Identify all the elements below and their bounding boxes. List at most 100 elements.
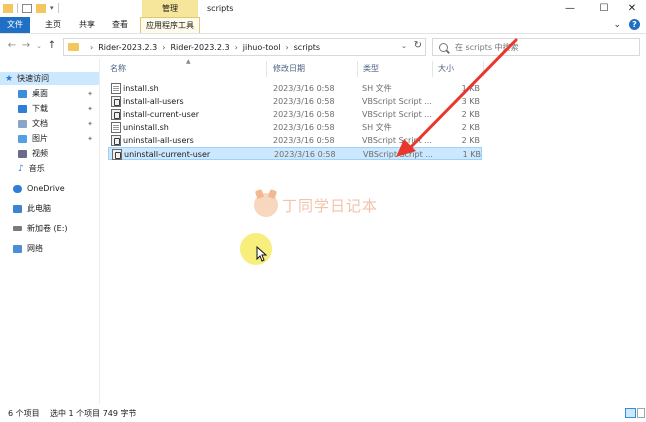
vbs-file-icon — [111, 135, 121, 146]
file-row[interactable]: uninstall-all-users 2023/3/16 0:58 VBScr… — [108, 134, 482, 147]
properties-icon[interactable] — [22, 3, 32, 13]
file-date: 2023/3/16 0:58 — [273, 84, 335, 93]
nav-item-videos[interactable]: 视频 — [0, 147, 99, 160]
ribbon-controls: ⌄ ? — [613, 19, 640, 30]
file-row[interactable]: uninstall.sh 2023/3/16 0:58 SH 文件 2 KB — [108, 121, 482, 134]
details-view-icon[interactable] — [625, 408, 636, 418]
title-bar: ▾ 管理 scripts — ☐ ✕ — [0, 0, 646, 17]
nav-item-this-pc[interactable]: 此电脑 — [0, 202, 99, 215]
column-header-size[interactable]: 大小 — [438, 63, 454, 77]
maximize-button[interactable]: ☐ — [590, 0, 618, 17]
vbs-file-icon — [111, 96, 121, 107]
address-dropdown-icon[interactable]: ⌄ — [401, 42, 407, 50]
search-icon — [439, 42, 448, 52]
nav-item-documents[interactable]: 文档 ✦ — [0, 117, 99, 130]
back-button[interactable]: ← — [6, 40, 18, 51]
tab-file[interactable]: 文件 — [0, 17, 30, 33]
chevron-right-icon[interactable]: › — [90, 43, 93, 52]
dog-logo-icon — [254, 193, 278, 217]
new-folder-icon[interactable] — [36, 3, 46, 13]
file-row[interactable]: install-current-user 2023/3/16 0:58 VBSc… — [108, 108, 482, 121]
close-button[interactable]: ✕ — [618, 0, 646, 17]
file-row[interactable]: install-all-users 2023/3/16 0:58 VBScrip… — [108, 95, 482, 108]
nav-item-label: 下载 — [32, 104, 48, 113]
music-icon: ♪ — [18, 163, 24, 174]
search-box[interactable]: 在 scripts 中搜索 — [432, 38, 640, 56]
navigation-pane: ★ 快速访问 桌面 ✦ 下载 ✦ 文档 ✦ 图片 ✦ 视频 ♪ 音乐 OneDr… — [0, 59, 100, 404]
watermark-text: 丁同学日记本 — [282, 196, 379, 215]
recent-locations-button[interactable]: ⌄ — [33, 42, 45, 50]
breadcrumb-item[interactable]: Rider-2023.2.3 — [98, 43, 157, 52]
folder-icon — [3, 3, 13, 13]
file-size: 1 KB — [462, 150, 481, 159]
folder-icon — [68, 43, 79, 51]
chevron-right-icon[interactable]: › — [235, 43, 238, 52]
chevron-right-icon[interactable]: › — [285, 43, 288, 52]
nav-item-drive-e[interactable]: 新加卷 (E:) — [0, 222, 99, 235]
large-icons-view-icon[interactable] — [637, 408, 645, 418]
nav-item-music[interactable]: ♪ 音乐 — [0, 162, 99, 175]
sh-file-icon — [111, 122, 121, 133]
help-icon[interactable]: ? — [629, 19, 640, 30]
nav-item-label: 快速访问 — [17, 74, 50, 83]
item-count: 6 个项目 — [8, 409, 40, 418]
search-placeholder: 在 scripts 中搜索 — [455, 42, 519, 52]
nav-item-onedrive[interactable]: OneDrive — [0, 182, 99, 195]
computer-icon — [13, 204, 22, 213]
breadcrumb-item[interactable]: Rider-2023.2.3 — [170, 43, 229, 52]
file-row[interactable]: install.sh 2023/3/16 0:58 SH 文件 1 KB — [108, 82, 482, 95]
vbs-file-icon — [111, 109, 121, 120]
pin-icon[interactable]: ✦ — [87, 135, 93, 143]
tab-share[interactable]: 共享 — [74, 17, 100, 33]
breadcrumb-item[interactable]: jihuo-tool — [243, 43, 281, 52]
manage-contextual-tab[interactable]: 管理 — [142, 0, 198, 17]
network-icon — [13, 244, 22, 253]
address-bar[interactable]: › Rider-2023.2.3 › Rider-2023.2.3 › jihu… — [63, 38, 426, 56]
file-size: 3 KB — [461, 97, 480, 106]
nav-item-pictures[interactable]: 图片 ✦ — [0, 132, 99, 145]
tab-home[interactable]: 主页 — [40, 17, 66, 33]
nav-item-downloads[interactable]: 下载 ✦ — [0, 102, 99, 115]
pin-icon[interactable]: ✦ — [87, 105, 93, 113]
file-date: 2023/3/16 0:58 — [274, 150, 336, 159]
sh-file-icon — [111, 83, 121, 94]
column-divider[interactable] — [432, 61, 433, 77]
watermark: 丁同学日记本 — [254, 193, 378, 217]
column-divider[interactable] — [357, 61, 358, 77]
breadcrumb-item[interactable]: scripts — [294, 43, 320, 52]
file-row-selected[interactable]: uninstall-current-user 2023/3/16 0:58 VB… — [108, 147, 482, 160]
pin-icon[interactable]: ✦ — [87, 90, 93, 98]
download-icon — [18, 104, 27, 113]
file-type: SH 文件 — [362, 84, 392, 93]
chevron-right-icon[interactable]: › — [162, 43, 165, 52]
toolbar-dropdown-icon[interactable]: ▾ — [50, 4, 54, 12]
pin-icon[interactable]: ✦ — [87, 120, 93, 128]
column-header-name[interactable]: 名称 — [110, 63, 126, 77]
nav-item-quick-access[interactable]: ★ 快速访问 — [0, 72, 99, 85]
up-button[interactable]: ↑ — [46, 40, 58, 51]
column-divider[interactable] — [483, 61, 484, 77]
nav-item-label: OneDrive — [27, 184, 65, 193]
forward-button[interactable]: → — [20, 40, 32, 51]
minimize-button[interactable]: — — [556, 0, 584, 17]
nav-item-label: 图片 — [32, 134, 48, 143]
tab-view[interactable]: 查看 — [107, 17, 133, 33]
nav-item-label: 文档 — [32, 119, 48, 128]
mouse-cursor-icon — [256, 246, 267, 262]
file-type: VBScript Script ... — [362, 136, 432, 145]
file-name: uninstall.sh — [123, 123, 169, 132]
nav-item-desktop[interactable]: 桌面 ✦ — [0, 87, 99, 100]
column-divider[interactable] — [266, 61, 267, 77]
ribbon-tabs: 文件 主页 共享 查看 应用程序工具 ⌄ ? — [0, 17, 646, 34]
file-date: 2023/3/16 0:58 — [273, 123, 335, 132]
documents-icon — [18, 119, 27, 128]
file-name: uninstall-current-user — [124, 150, 211, 159]
expand-ribbon-icon[interactable]: ⌄ — [613, 20, 621, 30]
tab-app-tools[interactable]: 应用程序工具 — [140, 17, 200, 33]
file-type: VBScript Script ... — [362, 97, 432, 106]
nav-item-network[interactable]: 网络 — [0, 242, 99, 255]
column-header-type[interactable]: 类型 — [363, 63, 379, 77]
refresh-icon[interactable]: ↻ — [414, 40, 422, 51]
column-header-date[interactable]: 修改日期 — [273, 63, 305, 77]
star-icon: ★ — [5, 73, 14, 84]
